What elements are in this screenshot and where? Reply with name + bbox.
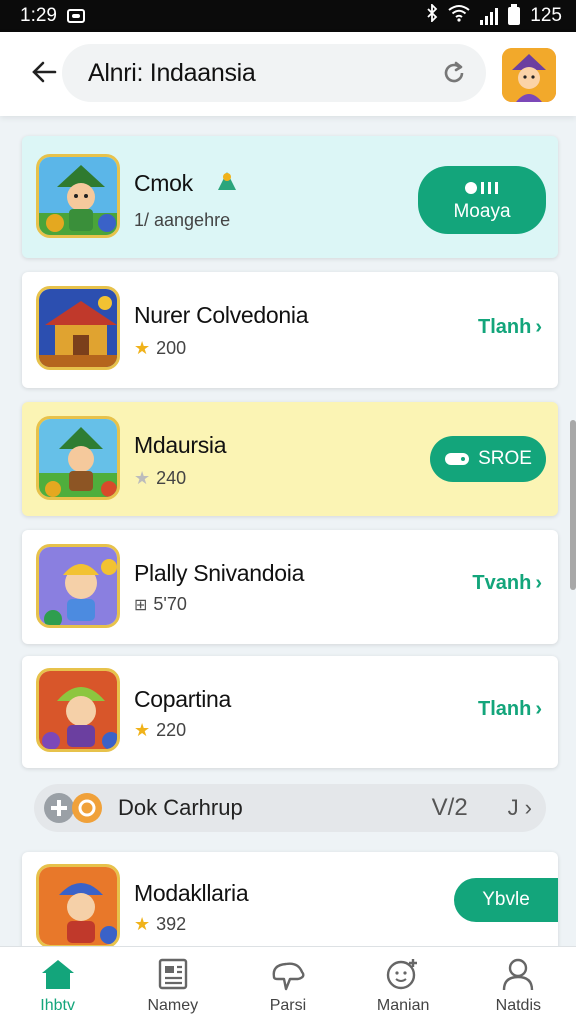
back-arrow-icon: [32, 61, 57, 83]
promo-bar[interactable]: Dok Carhrup V/2 J ›: [34, 784, 546, 832]
game-rating: ★ 220: [134, 720, 186, 741]
chevron-right-icon: ›: [535, 316, 542, 338]
news-icon: [158, 958, 187, 989]
nav-label: Ihbtv: [40, 996, 75, 1014]
rating-value: 200: [156, 338, 187, 358]
nav-label: Parsi: [269, 996, 307, 1014]
game-icon: [36, 544, 120, 628]
nav-label: Natdis: [495, 996, 542, 1014]
refresh-button[interactable]: [438, 57, 470, 89]
sroe-label: SROE: [478, 448, 532, 469]
nav-item-profile[interactable]: Natdis: [468, 957, 568, 1015]
list-item[interactable]: Cmok 1/ aangehre Moaya: [22, 136, 558, 258]
star-icon: ★: [134, 914, 151, 934]
profile-icon: [503, 958, 534, 990]
tlanh-link[interactable]: Tlanh ›: [478, 316, 542, 339]
nav-item-news[interactable]: Namey: [123, 957, 223, 1015]
bluetooth-icon: [426, 2, 438, 28]
star-icon: ★: [134, 338, 151, 358]
list-item[interactable]: Plally Snivandoia ⊞ 5'70 Tvanh ›: [22, 530, 558, 644]
wifi-icon: [448, 4, 470, 28]
sroe-button[interactable]: SROE: [430, 436, 546, 482]
ybvle-label: Ybvle: [482, 889, 530, 910]
signal-icon: [480, 7, 499, 25]
promo-arrow-label: J: [507, 795, 519, 820]
nav-item-manian[interactable]: Manian: [353, 957, 453, 1015]
status-bar: 1:29 125: [0, 0, 576, 32]
game-list[interactable]: Cmok 1/ aangehre Moaya Nurer Colvedonia …: [0, 116, 576, 946]
nav-item-home[interactable]: Ihbtv: [8, 957, 108, 1015]
game-icon: [36, 286, 120, 370]
chevron-right-icon: ›: [535, 572, 542, 594]
avatar[interactable]: [502, 48, 556, 102]
moaya-button[interactable]: Moaya: [418, 166, 546, 234]
game-rating: ★ 240: [134, 468, 186, 489]
home-icon: [41, 959, 74, 989]
star-icon: ★: [134, 720, 151, 740]
app-header: Alnri: Indaansia: [0, 32, 576, 116]
moaya-label: Moaya: [453, 201, 511, 222]
scrollbar[interactable]: [570, 420, 576, 590]
chevron-right-icon: ›: [524, 795, 532, 820]
nav-item-cloud[interactable]: Parsi: [238, 957, 338, 1015]
game-rating: ★ 392: [134, 914, 186, 935]
tlanh-link[interactable]: Tlanh ›: [478, 698, 542, 721]
tlanh-label: Tlanh: [477, 316, 532, 338]
game-icon: [36, 864, 120, 946]
ybvle-button[interactable]: Ybvle: [454, 878, 558, 922]
coin-icon: [72, 793, 102, 823]
game-title: Copartina: [134, 686, 232, 712]
game-rating: ⊞ 5'70: [134, 594, 187, 615]
battery-icon: [508, 4, 521, 25]
game-subtitle: 1/ aangehre: [134, 210, 231, 230]
add-user-icon: [386, 958, 418, 989]
grid-icon: ⊞: [134, 596, 148, 614]
refresh-icon: [444, 61, 464, 83]
list-item[interactable]: Mdaursia ★ 240 SROE: [22, 402, 558, 516]
tvanh-link[interactable]: Tvanh ›: [472, 572, 542, 595]
rating-value: 220: [156, 720, 187, 740]
promo-next-button[interactable]: J ›: [508, 795, 532, 821]
list-item[interactable]: Nurer Colvedonia ★ 200 Tlanh ›: [22, 272, 558, 388]
game-icon: [36, 416, 120, 500]
controller-icon: [445, 453, 470, 465]
game-title: Nurer Colvedonia: [134, 302, 309, 328]
star-icon: ★: [134, 468, 151, 488]
character-icon: [214, 168, 240, 199]
promo-icons: [42, 791, 104, 825]
game-icon: [36, 668, 120, 752]
back-button[interactable]: [26, 54, 62, 90]
game-icon: [36, 154, 120, 238]
tlanh-label: Tlanh: [477, 698, 532, 720]
nav-label: Manian: [376, 996, 430, 1014]
cloud-icon: [272, 961, 305, 990]
game-rating: ★ 200: [134, 338, 186, 359]
game-title: Plally Snivandoia: [134, 560, 305, 586]
promo-version: V/2: [431, 794, 468, 821]
promo-label: Dok Carhrup: [118, 795, 243, 820]
bottom-nav: Ihbtv Namey Parsi Manian Natdis: [0, 946, 576, 1024]
game-title: Modakllaria: [134, 880, 249, 906]
search-query[interactable]: Alnri: Indaansia: [88, 59, 438, 88]
search-bar[interactable]: Alnri: Indaansia: [62, 44, 486, 102]
rating-value: 240: [156, 468, 187, 488]
status-time: 1:29: [20, 5, 57, 26]
gamepad-icon: [465, 182, 498, 194]
app-notification-icon: [66, 9, 85, 23]
list-item[interactable]: Copartina ★ 220 Tlanh ›: [22, 656, 558, 768]
battery-level: 125: [530, 5, 562, 26]
chevron-right-icon: ›: [535, 698, 542, 720]
game-title: Cmok: [134, 170, 193, 196]
rating-value: 5'70: [153, 594, 187, 614]
list-item[interactable]: Modakllaria ★ 392 Ybvle: [22, 852, 558, 946]
rating-value: 392: [156, 914, 187, 934]
nav-label: Namey: [147, 996, 199, 1014]
tvanh-label: Tvanh: [472, 572, 532, 594]
game-title: Mdaursia: [134, 432, 227, 458]
